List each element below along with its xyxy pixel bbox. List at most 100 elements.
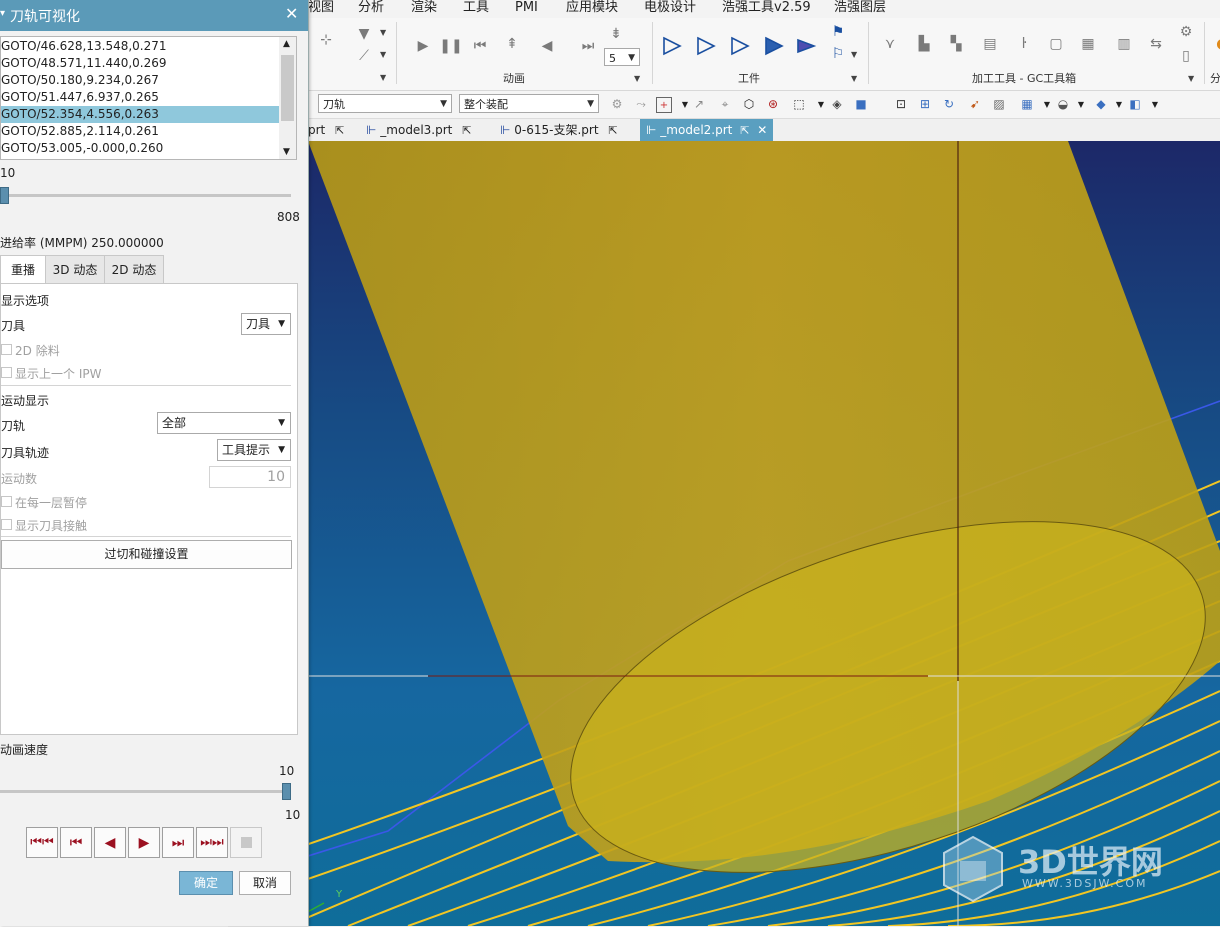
list-scrollbar[interactable]: ▲ ▼ [279, 37, 296, 159]
menu-view[interactable]: 视图 [308, 0, 334, 15]
flag-outline-icon[interactable]: ⚐ [828, 44, 848, 64]
file-tab-bracket[interactable]: ⊩ 0-615-支架.prt ⇱ [500, 119, 618, 141]
stop-button[interactable] [230, 827, 262, 858]
close-icon[interactable]: ✕ [285, 4, 298, 23]
step-back-icon[interactable]: ⏮ [470, 36, 490, 56]
file-tab-model2[interactable]: ⊩ _model2.prt ⇱ ✕ [640, 119, 774, 141]
gc-tool-5-icon[interactable]: ŀ [1014, 34, 1034, 54]
layout-icon[interactable]: ▦ [1018, 95, 1036, 113]
rotate-icon[interactable]: ↻ [940, 95, 958, 113]
gc-tool-9-icon[interactable]: ⇆ [1146, 34, 1166, 54]
midpoint-icon[interactable]: ⌖ [716, 95, 734, 113]
chevron-down-icon[interactable]: ▼ [1146, 95, 1164, 113]
step-forward-button[interactable]: ⏭ [162, 827, 194, 858]
chevron-down-icon[interactable]: ▼ [851, 74, 857, 83]
gouge-collision-settings-button[interactable]: 过切和碰撞设置 [1, 540, 292, 569]
snap-box-icon[interactable]: + [656, 97, 672, 113]
fit-view-icon[interactable]: ⊡ [892, 95, 910, 113]
show-tool-contact-checkbox[interactable] [1, 519, 12, 530]
menu-render[interactable]: 渲染 [411, 0, 437, 15]
gc-tool-3-icon[interactable]: ▚ [946, 34, 966, 54]
cancel-button[interactable]: 取消 [239, 871, 291, 895]
next-group-icon[interactable]: ◖ [1210, 34, 1220, 54]
menu-electrode-design[interactable]: 电极设计 [644, 0, 696, 15]
file-tab-model3[interactable]: ⊩ _model3.prt ⇱ [366, 119, 471, 141]
gc-tool-1-icon[interactable]: ⋎ [880, 34, 900, 54]
chevron-down-icon[interactable]: ▼ [380, 73, 386, 82]
gc-tool-2-icon[interactable]: ▙ [914, 34, 934, 54]
display-mode-icon[interactable]: ◧ [1126, 95, 1144, 113]
animation-speed-track[interactable] [0, 790, 291, 793]
list-item[interactable]: GOTO/50.180,9.234,0.267 [1, 72, 279, 89]
scroll-down-icon[interactable]: ▼ [283, 147, 290, 157]
rewind-icon[interactable]: ⇞ [502, 34, 522, 54]
gc-tool-11-icon[interactable]: ▯ [1176, 46, 1196, 66]
close-icon[interactable]: ✕ [757, 123, 767, 137]
list-item-selected[interactable]: GOTO/52.354,4.556,0.263 [1, 106, 279, 123]
render-style-icon[interactable]: ◒ [1054, 95, 1072, 113]
shaded-cube-icon[interactable]: ◆ [1092, 95, 1110, 113]
list-item[interactable]: GOTO/48.571,11.440,0.269 [1, 55, 279, 72]
menu-haoqiang-layers[interactable]: 浩强图层 [834, 0, 886, 15]
list-item[interactable]: GOTO/51.447,6.937,0.265 [1, 89, 279, 106]
list-item[interactable]: GOTO/46.628,13.548,0.271 [1, 38, 279, 55]
layer-icon[interactable]: ▨ [990, 95, 1008, 113]
motion-count-input[interactable]: 10 [209, 466, 291, 488]
gc-tool-10-icon[interactable]: ⚙ [1176, 22, 1196, 42]
select-face-icon[interactable]: ⤳ [632, 95, 650, 113]
step-backward-button[interactable]: ⏮ [60, 827, 92, 858]
tab-replay[interactable]: 重播 [0, 255, 46, 284]
fast-forward-icon[interactable]: ⇟ [606, 24, 626, 44]
type-filter-select[interactable]: 刀轨 ▼ [318, 94, 452, 113]
gc-tool-7-icon[interactable]: ▦ [1078, 34, 1098, 54]
frame-select[interactable]: 5 ▼ [604, 48, 640, 66]
intersection-icon[interactable]: ⊛ [764, 95, 782, 113]
menu-tools[interactable]: 工具 [463, 0, 489, 15]
chevron-down-icon[interactable]: ▼ [380, 28, 386, 37]
chevron-down-icon[interactable]: ▼ [851, 50, 857, 59]
gc-tool-8-icon[interactable]: ▥ [1114, 34, 1134, 54]
scroll-up-icon[interactable]: ▲ [283, 39, 290, 49]
go-to-start-button[interactable]: ⏮⏮ [26, 827, 58, 858]
goto-listbox[interactable]: GOTO/46.628,13.548,0.271 GOTO/48.571,11.… [0, 36, 297, 160]
menu-pmi[interactable]: PMI [515, 0, 538, 15]
menu-analysis[interactable]: 分析 [358, 0, 384, 15]
gc-tool-4-icon[interactable]: ▤ [980, 34, 1000, 54]
scroll-thumb[interactable] [281, 55, 294, 121]
tab-3d-dynamic[interactable]: 3D 动态 [45, 255, 105, 283]
hexagon-icon[interactable]: ⬡ [740, 95, 758, 113]
next-frame-icon[interactable]: ⏭ [578, 36, 598, 56]
ok-button[interactable]: 确定 [179, 871, 233, 895]
pause-each-layer-checkbox[interactable] [1, 496, 12, 507]
pan-icon[interactable]: ➹ [966, 95, 984, 113]
cube-solid-icon[interactable]: ■ [852, 95, 870, 113]
cube-wire-icon[interactable]: ◈ [828, 95, 846, 113]
menu-haoqiang-tools[interactable]: 浩强工具v2.59 [722, 0, 811, 15]
endpoint-icon[interactable]: ↗ [690, 95, 708, 113]
dialog-title-bar[interactable]: ▾ 刀轨可视化 ✕ [0, 0, 308, 31]
list-item[interactable]: GOTO/52.885,2.114,0.261 [1, 123, 279, 140]
graphics-viewport[interactable]: Y 3D世界网 WWW.3DSJW.COM [228, 141, 1220, 926]
filter-icon[interactable]: ▼ [354, 24, 374, 44]
tool-select[interactable]: 刀具 ▼ [241, 313, 291, 335]
play-icon[interactable]: ▶ [413, 36, 433, 56]
rectangle-select-icon[interactable]: ⬚ [790, 95, 808, 113]
file-tab-prt[interactable]: prt ⇱ [308, 119, 344, 141]
collapse-icon[interactable]: ▾ [0, 8, 5, 19]
pause-icon[interactable]: ❚❚ [439, 36, 462, 56]
toolpath-select[interactable]: 全部 ▼ [157, 412, 291, 434]
line-icon[interactable]: ⟋ [354, 46, 374, 66]
menu-applications[interactable]: 应用模块 [566, 0, 618, 15]
go-to-end-button[interactable]: ⏭⏭ [196, 827, 228, 858]
position-slider-track[interactable] [0, 194, 291, 197]
flag-icon[interactable]: ⚑ [828, 22, 848, 42]
selection-scope-select[interactable]: 整个装配 ▼ [459, 94, 599, 113]
zoom-icon[interactable]: ⊞ [916, 95, 934, 113]
cut-2d-checkbox[interactable] [1, 344, 12, 355]
chevron-down-icon[interactable]: ▼ [634, 74, 640, 83]
chevron-down-icon[interactable]: ▼ [380, 50, 386, 59]
snap-point-icon[interactable]: ⊹ [316, 30, 336, 50]
chevron-down-icon[interactable]: ▼ [1188, 74, 1194, 83]
tab-2d-dynamic[interactable]: 2D 动态 [104, 255, 164, 283]
select-feature-icon[interactable]: ⚙ [608, 95, 626, 113]
